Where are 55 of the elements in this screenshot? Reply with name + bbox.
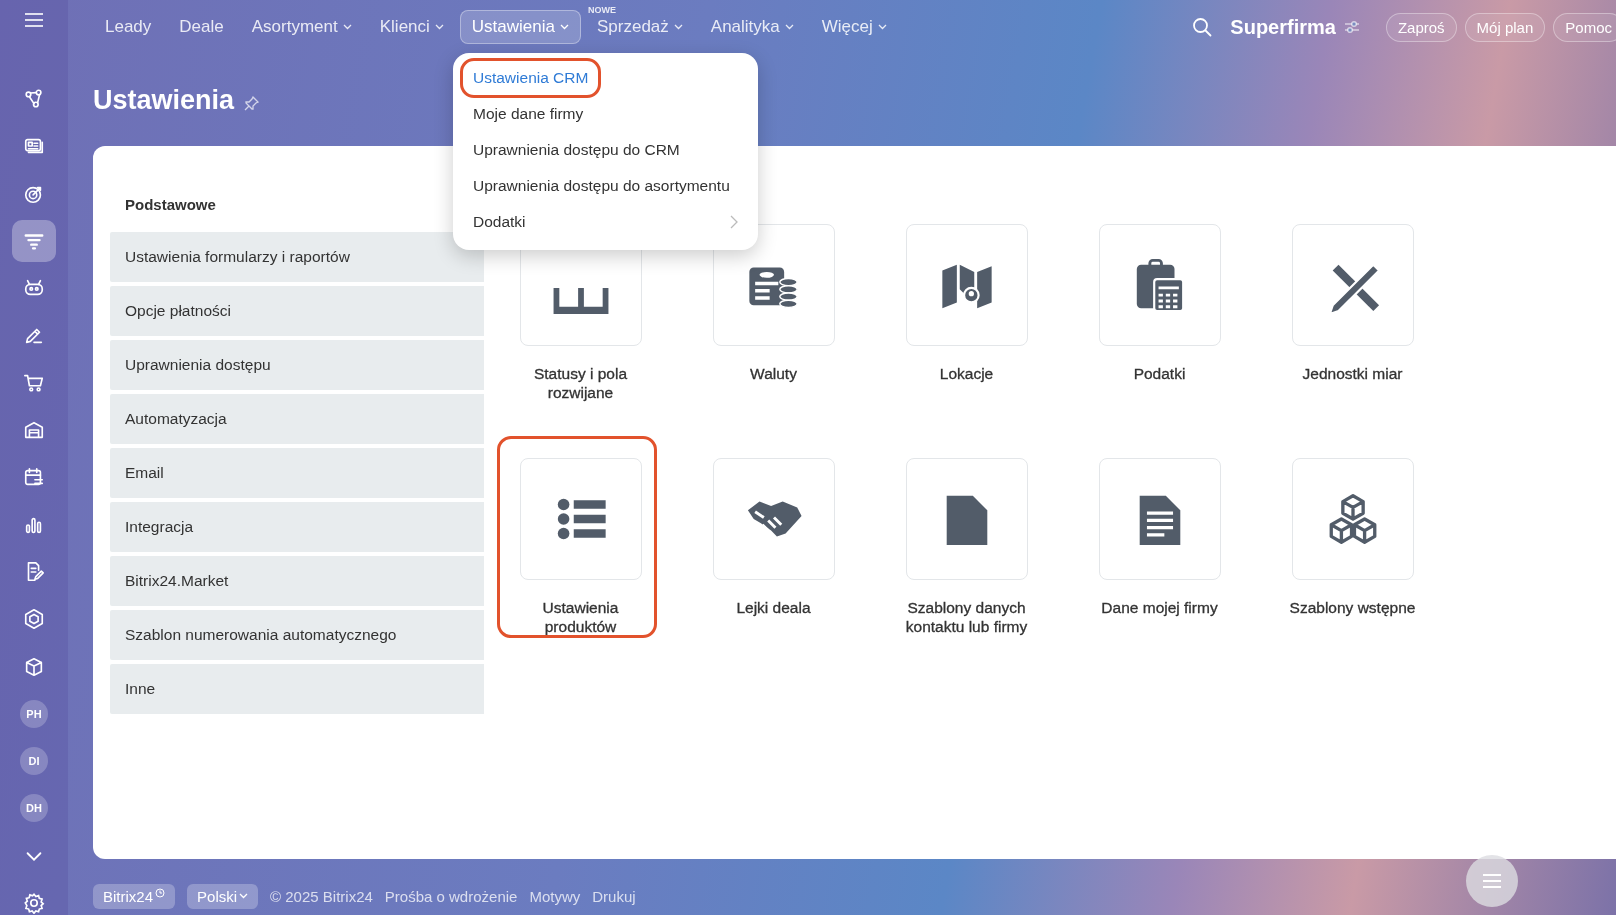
settings-tile[interactable]	[712, 224, 835, 346]
settings-tile[interactable]	[1291, 458, 1414, 580]
chevron-down-icon	[342, 24, 352, 30]
funnel-icon[interactable]	[12, 219, 56, 262]
chevron-down-icon	[239, 893, 249, 899]
chat-button[interactable]	[1466, 855, 1518, 907]
settings-menu-item[interactable]: Email	[110, 448, 484, 498]
chevron-down-icon	[560, 24, 569, 30]
menu-item[interactable]: Uprawnienia dostępu do CRM	[453, 132, 758, 168]
chevron-down-icon	[673, 24, 683, 30]
search-icon[interactable]	[1192, 17, 1213, 37]
settings-tile[interactable]	[519, 458, 642, 580]
settings-tile[interactable]	[712, 458, 835, 580]
settings-tile[interactable]	[1098, 224, 1221, 346]
chevron-down-icon	[877, 24, 887, 30]
nav-tab[interactable]: Klienci	[367, 10, 456, 44]
tile-label[interactable]: Waluty	[699, 364, 848, 383]
settings-tile[interactable]	[1291, 224, 1414, 346]
nav-tab[interactable]: Deale	[167, 10, 236, 44]
tile-label[interactable]: Dane mojej firmy	[1085, 598, 1234, 617]
chevron-down-icon	[434, 24, 444, 30]
nav-tab[interactable]: Asortyment	[239, 10, 364, 44]
settings-tile[interactable]	[1098, 458, 1221, 580]
tile-label[interactable]: Szablony wstępne	[1278, 598, 1427, 617]
sliders-icon[interactable]	[1343, 20, 1360, 34]
settings-icon[interactable]	[23, 892, 45, 915]
menu-item[interactable]: Moje dane firmy	[453, 96, 758, 132]
settings-menu-item[interactable]: Automatyzacja	[110, 394, 484, 444]
tile-label[interactable]: Ustawienia produktów	[506, 598, 655, 636]
tile-label[interactable]: Lokacje	[892, 364, 1041, 383]
settings-tile[interactable]	[905, 458, 1028, 580]
settings-menu-item[interactable]: Szablon numerowania automatycznego	[110, 610, 484, 660]
settings-menu-item[interactable]: Ustawienia formularzy i raportów	[110, 232, 484, 282]
chevron-right-icon	[730, 215, 738, 229]
menu-icon[interactable]	[24, 12, 44, 28]
list-icon	[1481, 872, 1503, 890]
settings-menu-item[interactable]: Inne	[110, 664, 484, 714]
chevron-down-icon	[784, 24, 794, 30]
menu-item[interactable]: Uprawnienia dostępu do asortymentu	[453, 168, 758, 204]
tile-label[interactable]: Jednostki miar	[1278, 364, 1427, 383]
tile-label[interactable]: Szablony danych kontaktu lub firmy	[892, 598, 1041, 636]
nav-tab[interactable]: Leady	[93, 10, 164, 44]
copyright-text: © 2025 Bitrix24	[270, 887, 373, 905]
pin-icon[interactable]	[244, 95, 261, 111]
menu-item[interactable]: Ustawienia CRM	[453, 60, 758, 96]
settings-menu-item[interactable]: Uprawnienia dostępu	[110, 340, 484, 390]
new-label: NOWE	[588, 5, 616, 15]
settings-tile[interactable]	[905, 224, 1028, 346]
tile-label[interactable]: Lejki deala	[699, 598, 848, 617]
tile-label[interactable]: Statusy i pola rozwijane	[506, 364, 655, 402]
settings-menu-item[interactable]: Bitrix24.Market	[110, 556, 484, 606]
tile-label[interactable]: Podatki	[1085, 364, 1234, 383]
page-title: Ustawienia	[93, 84, 235, 116]
settings-menu-item[interactable]: Opcje płatności	[110, 286, 484, 336]
settings-menu-item[interactable]: Integracja	[110, 502, 484, 552]
